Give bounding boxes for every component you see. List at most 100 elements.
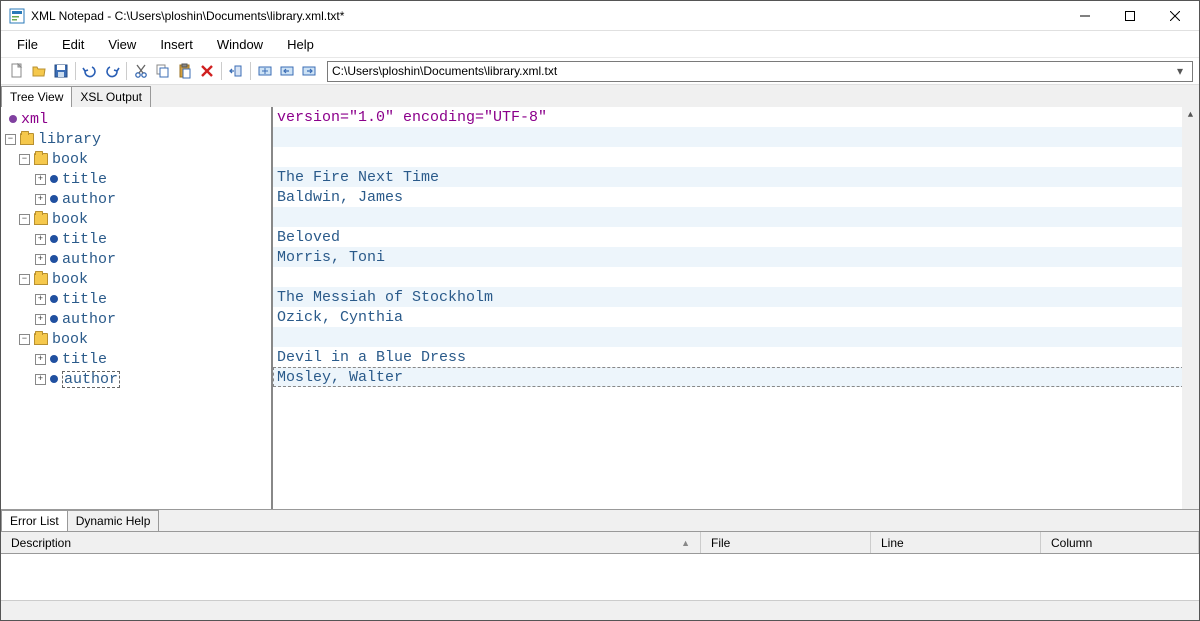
expand-icon[interactable]: + — [35, 294, 46, 305]
copy-icon[interactable] — [153, 61, 173, 81]
statusbar — [1, 600, 1199, 620]
window-title: XML Notepad - C:\Users\ploshin\Documents… — [31, 9, 1062, 23]
insert-before-icon[interactable] — [277, 61, 297, 81]
tree-node-book[interactable]: −book — [1, 209, 271, 229]
tree-node-title[interactable]: +title — [1, 229, 271, 249]
col-file[interactable]: File — [701, 532, 871, 553]
delete-icon[interactable] — [197, 61, 217, 81]
close-button[interactable] — [1152, 1, 1197, 30]
value-empty[interactable] — [273, 327, 1199, 347]
paste-icon[interactable] — [175, 61, 195, 81]
error-list-header: Description▲ File Line Column — [1, 532, 1199, 554]
col-description[interactable]: Description▲ — [1, 532, 701, 553]
value-empty[interactable] — [273, 127, 1199, 147]
main-split: xml −library −book +title +author −book … — [1, 107, 1199, 509]
folder-icon — [20, 133, 34, 145]
value-empty[interactable] — [273, 147, 1199, 167]
address-text: C:\Users\ploshin\Documents\library.xml.t… — [332, 64, 1172, 78]
tree-node-author-selected[interactable]: +author — [1, 369, 271, 389]
tree-node-book[interactable]: −book — [1, 269, 271, 289]
menu-view[interactable]: View — [98, 34, 146, 55]
nudge-left-icon[interactable] — [226, 61, 246, 81]
element-bullet-icon — [50, 355, 58, 363]
value-author-selected[interactable]: Mosley, Walter — [273, 367, 1199, 387]
value-title[interactable]: The Messiah of Stockholm — [273, 287, 1199, 307]
tree-node-title[interactable]: +title — [1, 349, 271, 369]
menu-window[interactable]: Window — [207, 34, 273, 55]
col-column[interactable]: Column — [1041, 532, 1199, 553]
app-icon — [9, 8, 25, 24]
insert-element-icon[interactable] — [255, 61, 275, 81]
tab-dynamic-help[interactable]: Dynamic Help — [67, 510, 160, 531]
value-empty[interactable] — [273, 267, 1199, 287]
menu-insert[interactable]: Insert — [150, 34, 203, 55]
element-bullet-icon — [50, 235, 58, 243]
open-file-icon[interactable] — [29, 61, 49, 81]
collapse-icon[interactable]: − — [19, 214, 30, 225]
tree-pane[interactable]: xml −library −book +title +author −book … — [1, 107, 273, 509]
collapse-icon[interactable]: − — [5, 134, 16, 145]
titlebar: XML Notepad - C:\Users\ploshin\Documents… — [1, 1, 1199, 31]
scrollbar[interactable]: ▲ — [1182, 107, 1199, 509]
expand-icon[interactable]: + — [35, 374, 46, 385]
value-title[interactable]: Devil in a Blue Dress — [273, 347, 1199, 367]
tree-node-author[interactable]: +author — [1, 189, 271, 209]
menu-help[interactable]: Help — [277, 34, 324, 55]
minimize-button[interactable] — [1062, 1, 1107, 30]
expand-icon[interactable]: + — [35, 354, 46, 365]
tree-node-book[interactable]: −book — [1, 329, 271, 349]
folder-icon — [34, 333, 48, 345]
folder-icon — [34, 213, 48, 225]
collapse-icon[interactable]: − — [19, 274, 30, 285]
value-title[interactable]: The Fire Next Time — [273, 167, 1199, 187]
tree-node-title[interactable]: +title — [1, 169, 271, 189]
value-author[interactable]: Morris, Toni — [273, 247, 1199, 267]
save-icon[interactable] — [51, 61, 71, 81]
menu-file[interactable]: File — [7, 34, 48, 55]
element-bullet-icon — [50, 255, 58, 263]
element-bullet-icon — [50, 295, 58, 303]
menubar: File Edit View Insert Window Help — [1, 31, 1199, 57]
redo-icon[interactable] — [102, 61, 122, 81]
tree-node-book[interactable]: −book — [1, 149, 271, 169]
value-title[interactable]: Beloved — [273, 227, 1199, 247]
value-pane[interactable]: version="1.0" encoding="UTF-8" The Fire … — [273, 107, 1199, 509]
collapse-icon[interactable]: − — [19, 334, 30, 345]
address-bar[interactable]: C:\Users\ploshin\Documents\library.xml.t… — [327, 61, 1193, 82]
tree-node-author[interactable]: +author — [1, 309, 271, 329]
element-bullet-icon — [50, 195, 58, 203]
expand-icon[interactable]: + — [35, 254, 46, 265]
tab-tree-view[interactable]: Tree View — [1, 86, 72, 107]
insert-after-icon[interactable] — [299, 61, 319, 81]
address-dropdown-icon[interactable]: ▾ — [1172, 64, 1188, 78]
error-list-body[interactable] — [1, 554, 1199, 600]
expand-icon[interactable]: + — [35, 234, 46, 245]
cut-icon[interactable] — [131, 61, 151, 81]
value-empty[interactable] — [273, 207, 1199, 227]
new-file-icon[interactable] — [7, 61, 27, 81]
tree-node-title[interactable]: +title — [1, 289, 271, 309]
maximize-button[interactable] — [1107, 1, 1152, 30]
value-xml-decl[interactable]: version="1.0" encoding="UTF-8" — [273, 107, 1199, 127]
element-bullet-icon — [50, 375, 58, 383]
tab-xsl-output[interactable]: XSL Output — [71, 86, 151, 107]
expand-icon[interactable]: + — [35, 174, 46, 185]
tree-node-library[interactable]: −library — [1, 129, 271, 149]
tree-node-xml[interactable]: xml — [1, 109, 271, 129]
col-line[interactable]: Line — [871, 532, 1041, 553]
toolbar: C:\Users\ploshin\Documents\library.xml.t… — [1, 57, 1199, 85]
pi-bullet-icon — [9, 115, 17, 123]
error-list-panel: Description▲ File Line Column — [1, 531, 1199, 600]
tab-error-list[interactable]: Error List — [1, 510, 68, 531]
folder-icon — [34, 273, 48, 285]
undo-icon[interactable] — [80, 61, 100, 81]
expand-icon[interactable]: + — [35, 194, 46, 205]
expand-icon[interactable]: + — [35, 314, 46, 325]
menu-edit[interactable]: Edit — [52, 34, 94, 55]
value-author[interactable]: Baldwin, James — [273, 187, 1199, 207]
value-author[interactable]: Ozick, Cynthia — [273, 307, 1199, 327]
collapse-icon[interactable]: − — [19, 154, 30, 165]
element-bullet-icon — [50, 315, 58, 323]
tree-node-author[interactable]: +author — [1, 249, 271, 269]
scroll-up-icon[interactable]: ▲ — [1182, 107, 1199, 123]
